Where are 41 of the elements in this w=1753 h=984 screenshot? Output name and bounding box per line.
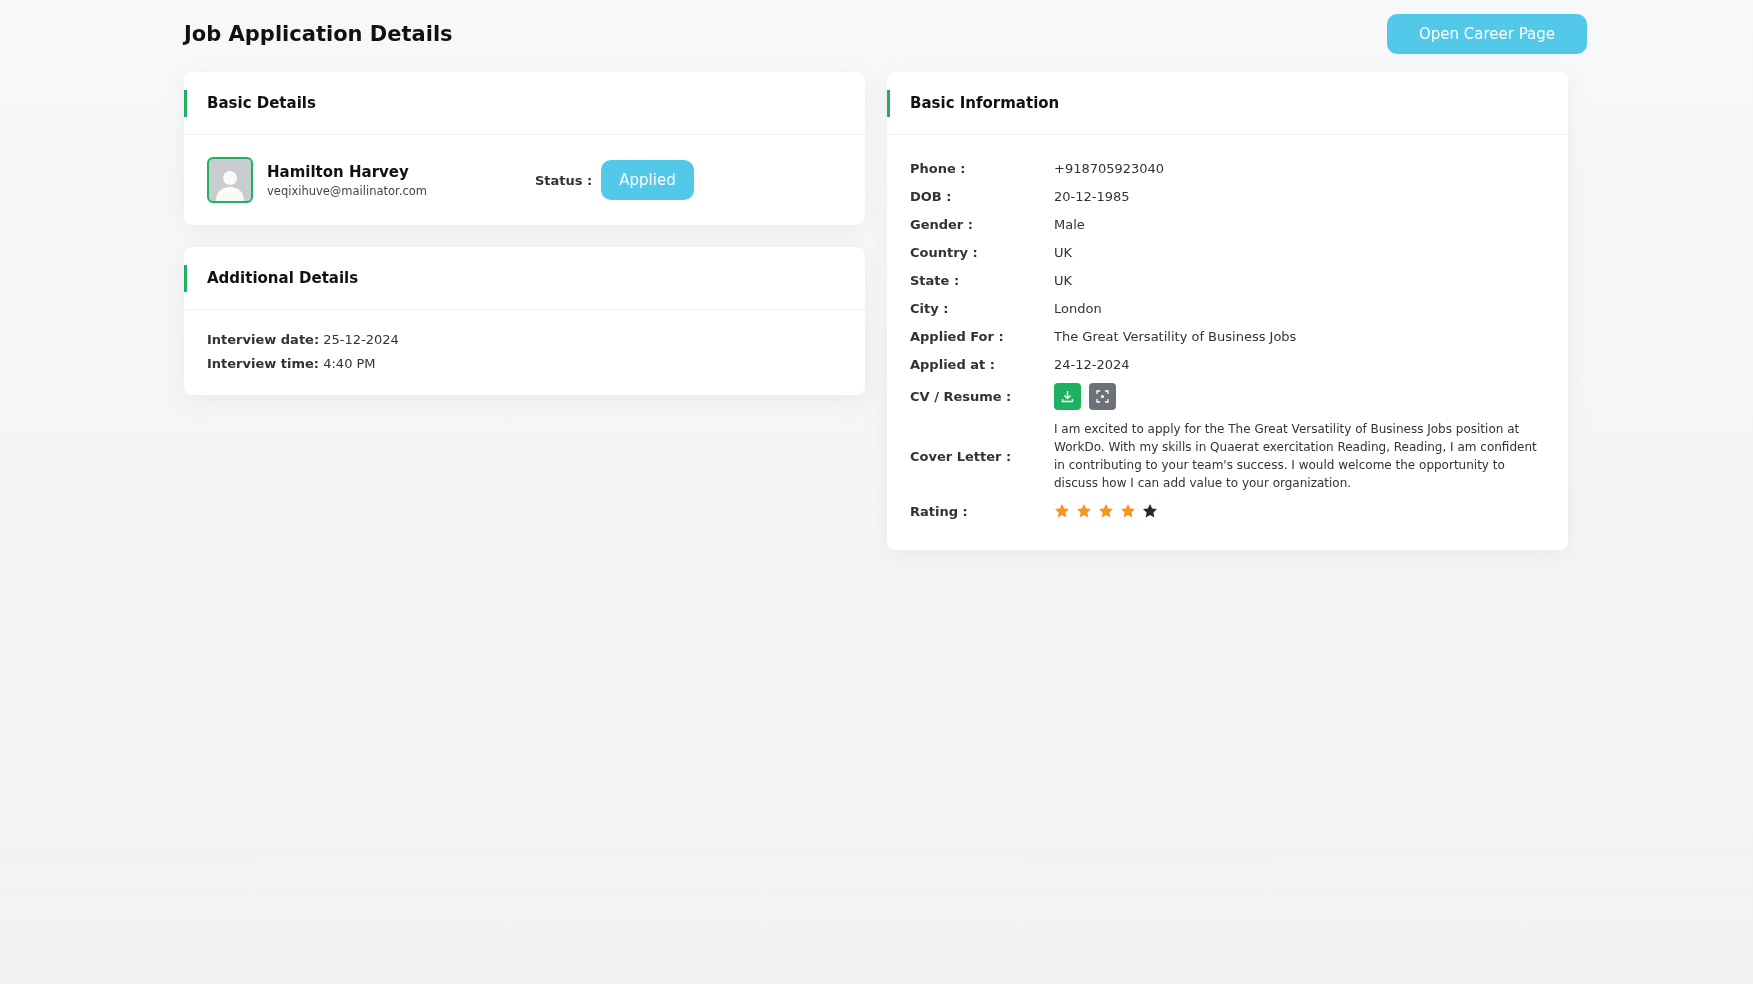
field-value: 20-12-1985 (1054, 188, 1131, 204)
interview-detail: Interview time: 4:40 PM (207, 356, 377, 371)
field-label: Phone : (910, 160, 967, 176)
field-value: London (1054, 300, 1103, 316)
field-value: UK (1054, 272, 1074, 288)
star-icon (1076, 503, 1092, 519)
focus-icon (1096, 390, 1109, 403)
field-label: Cover Letter : (910, 448, 1013, 464)
field-value: UK (1054, 244, 1074, 260)
field-label: State : (910, 272, 961, 288)
field-label: City : (910, 300, 950, 316)
field-label: Country : (910, 244, 979, 260)
field-value: Male (1054, 216, 1086, 232)
field-label: Rating : (910, 503, 969, 519)
open-career-page-button[interactable]: Open Career Page (1386, 14, 1587, 54)
field-label: Applied For : (910, 328, 1005, 344)
cover-letter-text: I am excited to apply for the The Great Versatility of Business Jobs position at WorkDo. With my skills in Quaerat exercitation Reading, Reading, I am confident in contributing to your team's success. I would welcome the opportunity to discuss how I can add value to your organization. (1054, 421, 1538, 492)
field-label: CV / Resume : (910, 389, 1013, 404)
star-icon (1120, 503, 1136, 519)
applicant-name: Hamilton Harvey (267, 162, 410, 181)
field-label: Applied at : (910, 356, 996, 372)
status-label: Status : (535, 172, 593, 188)
field-value: +918705923040 (1054, 160, 1166, 176)
field-value: The Great Versatility of Business Jobs (1054, 328, 1298, 344)
page-title: Job Application Details (184, 22, 453, 46)
star-icon (1098, 503, 1114, 519)
star-icon (1054, 503, 1070, 519)
preview-button[interactable] (1089, 383, 1116, 410)
card-title: Basic Details (207, 94, 316, 112)
avatar-placeholder (207, 157, 253, 203)
card-title: Additional Details (207, 269, 359, 287)
applicant-email: veqixihuve@mailinator.com (267, 183, 428, 198)
field-value: 24-12-2024 (1054, 356, 1131, 372)
field-label: DOB : (910, 188, 953, 204)
star-icon (1142, 503, 1158, 519)
interview-detail: Interview date: 25-12-2024 (207, 332, 400, 347)
status-badge: Applied (601, 160, 694, 200)
download-icon (1061, 390, 1074, 403)
download-button[interactable] (1054, 383, 1081, 410)
field-label: Gender : (910, 216, 974, 232)
card-title: Basic Information (910, 94, 1060, 112)
